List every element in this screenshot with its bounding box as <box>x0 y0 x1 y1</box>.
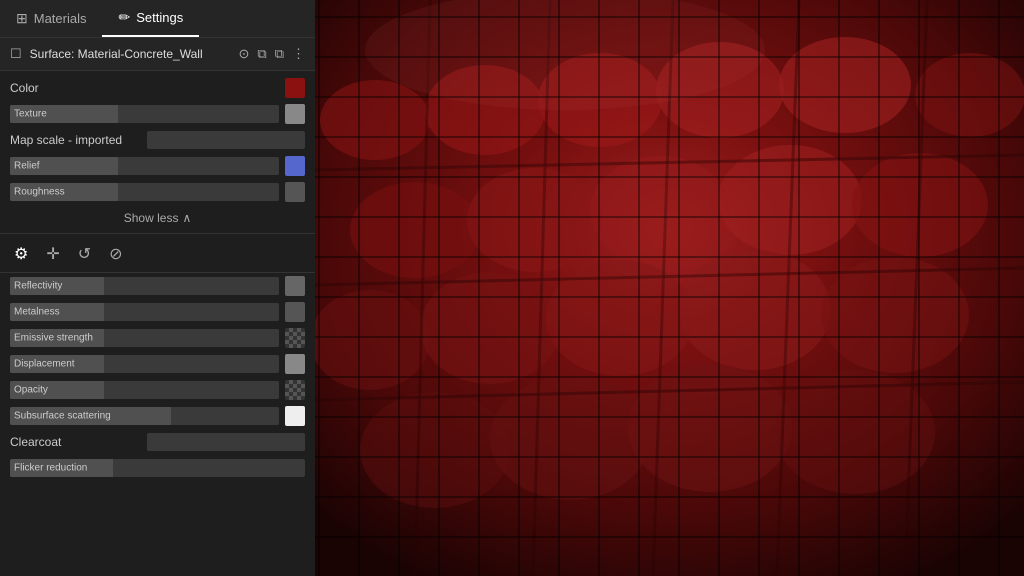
prop-color-swatch-relief[interactable] <box>285 156 305 176</box>
surface-label: Surface: Material-Concrete_Wall <box>30 47 231 61</box>
prop-slider-relief[interactable]: Relief <box>10 157 279 175</box>
tools-row: ⚙ ✛ ↺ ⊘ <box>0 236 315 273</box>
show-less-chevron-icon: ∧ <box>182 211 191 225</box>
surface-header: ☐ Surface: Material-Concrete_Wall ⊙ ⧉ ⧉ … <box>0 38 315 71</box>
tool-leaf-icon[interactable]: ⊘ <box>109 244 122 264</box>
show-less-button[interactable]: Show less ∧ <box>0 205 315 231</box>
materials-icon: ⊞ <box>16 10 28 27</box>
prop-row-subsurface-scattering: Subsurface scattering <box>0 403 315 429</box>
settings-icon: ✏ <box>118 9 130 26</box>
prop-color-swatch-color[interactable] <box>285 78 305 98</box>
tool-move-icon[interactable]: ✛ <box>46 244 59 264</box>
prop-color-swatch-subsurface[interactable] <box>285 406 305 426</box>
prop-slider-roughness[interactable]: Roughness <box>10 183 279 201</box>
prop-row-emissive-strength: Emissive strength <box>0 325 315 351</box>
prop-row-relief: Relief <box>0 153 315 179</box>
surface-actions: ⊙ ⧉ ⧉ ⋮ <box>239 46 306 62</box>
prop-slider-flicker-reduction[interactable]: Flicker reduction <box>10 459 305 477</box>
prop-color-swatch-displacement[interactable] <box>285 354 305 374</box>
prop-slider-texture[interactable]: Texture <box>10 105 279 123</box>
prop-row-opacity: Opacity <box>0 377 315 403</box>
tab-settings[interactable]: ✏ Settings <box>102 0 199 37</box>
prop-slider-metalness[interactable]: Metalness <box>10 303 279 321</box>
prop-row-metalness: Metalness <box>0 299 315 325</box>
properties-panel: Color Texture Map scale - imported Relie… <box>0 71 315 576</box>
prop-color-swatch-roughness[interactable] <box>285 182 305 202</box>
prop-label-map-scale: Map scale - imported <box>10 133 141 147</box>
prop-color-swatch-texture[interactable] <box>285 104 305 124</box>
prop-slider-reflectivity[interactable]: Reflectivity <box>10 277 279 295</box>
prop-checker-emissive[interactable] <box>285 328 305 348</box>
tool-sliders-icon[interactable]: ⚙ <box>14 244 28 264</box>
prop-row-flicker-reduction: Flicker reduction <box>0 455 315 481</box>
prop-label-color: Color <box>10 81 279 95</box>
prop-slider-opacity[interactable]: Opacity <box>10 381 279 399</box>
prop-label-clearcoat: Clearcoat <box>10 435 141 449</box>
surface-action-more[interactable]: ⋮ <box>292 46 305 62</box>
prop-color-swatch-reflectivity[interactable] <box>285 276 305 296</box>
prop-color-swatch-metalness[interactable] <box>285 302 305 322</box>
prop-row-texture: Texture <box>0 101 315 127</box>
prop-slider-subsurface-scattering[interactable]: Subsurface scattering <box>10 407 279 425</box>
prop-slider-displacement[interactable]: Displacement <box>10 355 279 373</box>
surface-type-icon: ☐ <box>10 46 22 62</box>
sidebar-panel: ⊞ Materials ✏ Settings ☐ Surface: Materi… <box>0 0 315 576</box>
prop-row-map-scale: Map scale - imported <box>0 127 315 153</box>
prop-row-reflectivity: Reflectivity <box>0 273 315 299</box>
prop-checker-opacity[interactable] <box>285 380 305 400</box>
prop-row-clearcoat: Clearcoat <box>0 429 315 455</box>
tab-settings-label: Settings <box>136 10 183 25</box>
leather-render <box>315 0 1024 576</box>
prop-row-roughness: Roughness <box>0 179 315 205</box>
prop-slider-map-scale[interactable] <box>147 131 305 149</box>
prop-row-displacement: Displacement <box>0 351 315 377</box>
prop-slider-clearcoat[interactable] <box>147 433 305 451</box>
tab-materials[interactable]: ⊞ Materials <box>0 0 102 37</box>
show-less-label: Show less <box>124 211 179 225</box>
tab-materials-label: Materials <box>34 11 87 26</box>
surface-action-copy1[interactable]: ⧉ <box>257 46 266 62</box>
tab-bar: ⊞ Materials ✏ Settings <box>0 0 315 38</box>
divider-1 <box>0 233 315 234</box>
surface-action-edit[interactable]: ⊙ <box>239 46 250 62</box>
tool-history-icon[interactable]: ↺ <box>78 244 91 264</box>
prop-slider-emissive-strength[interactable]: Emissive strength <box>10 329 279 347</box>
surface-action-copy2[interactable]: ⧉ <box>275 46 284 62</box>
prop-row-color: Color <box>0 75 315 101</box>
